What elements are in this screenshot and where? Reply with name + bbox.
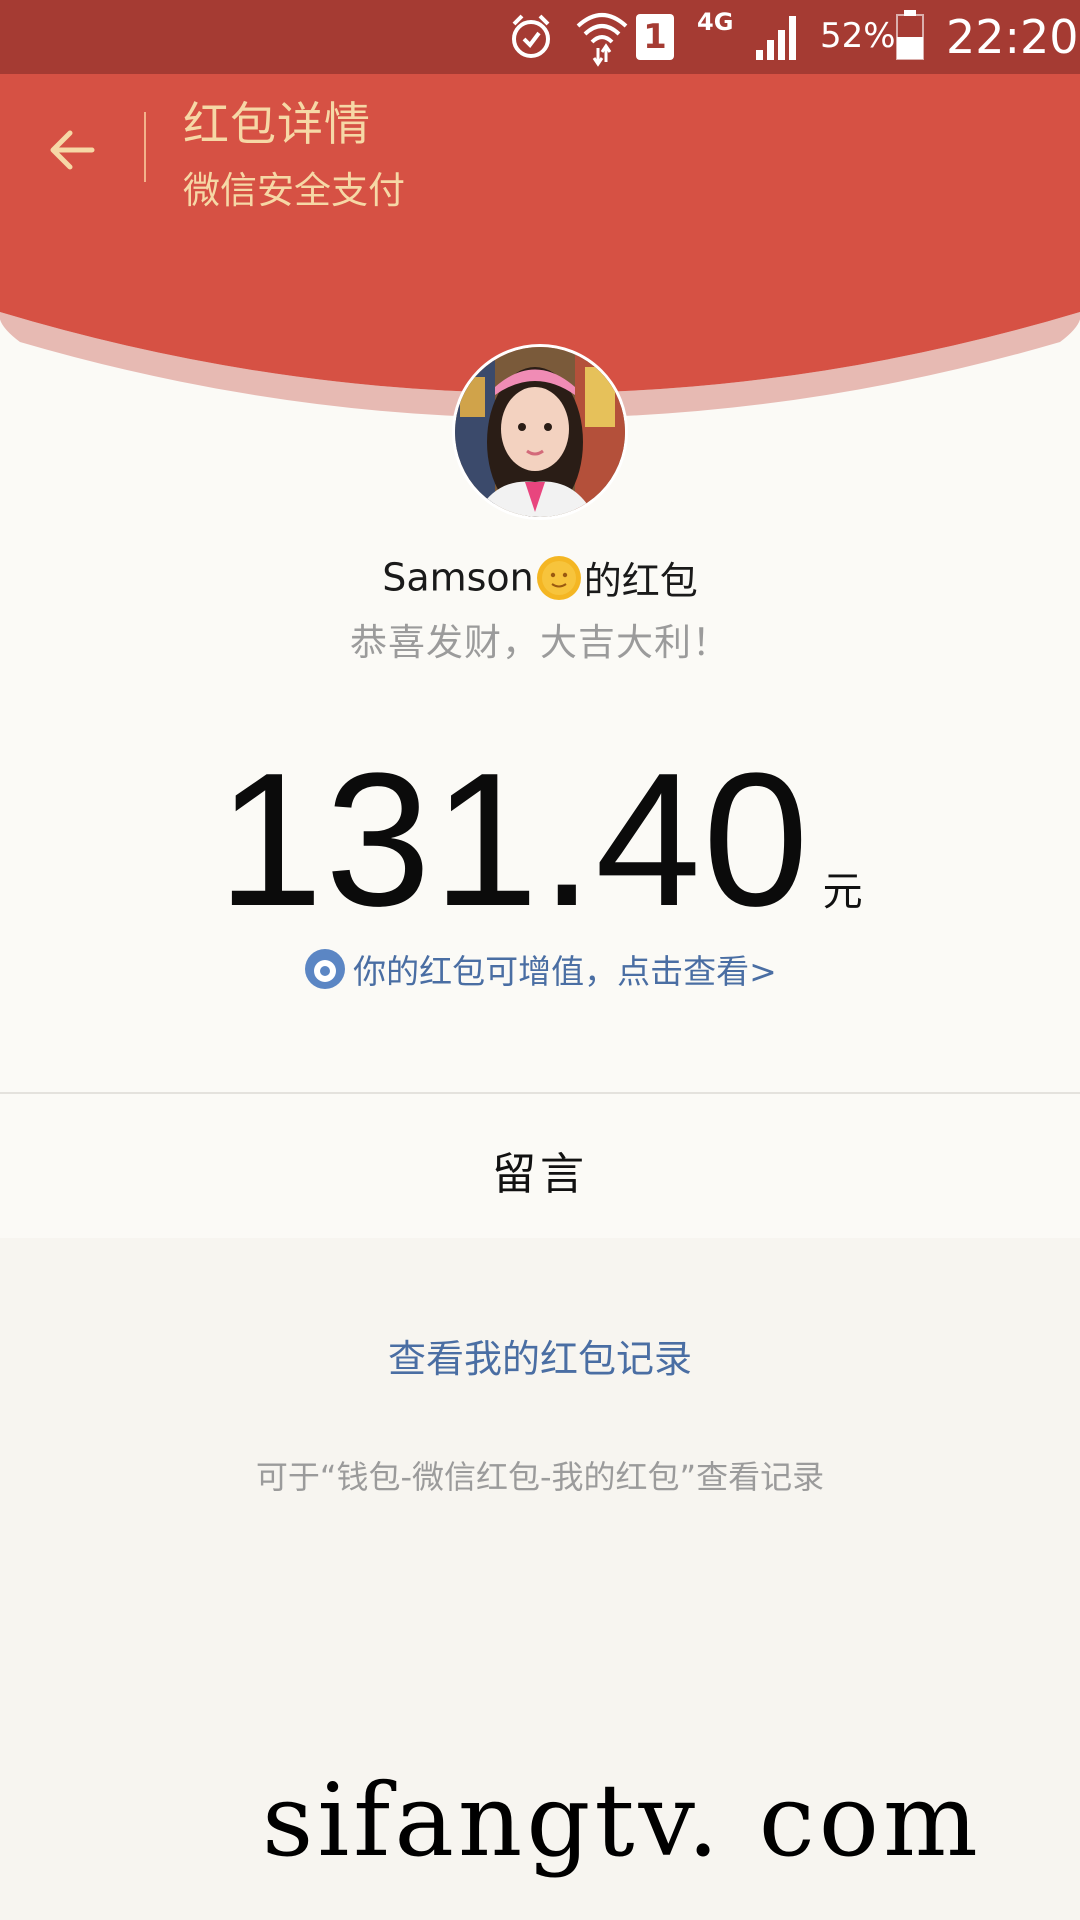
site-watermark: sifangtv. com	[262, 1762, 982, 1879]
blessing-text: 恭喜发财，大吉大利！	[350, 621, 730, 664]
amount-value: 131.40	[217, 734, 811, 946]
battery-percent: 52%	[820, 16, 896, 56]
sender-line: Samson 的红包	[0, 550, 1080, 605]
sender-name: Samson	[382, 555, 534, 600]
amount-row: 131.40 元	[0, 745, 1080, 935]
red-packet-detail-screen: 1 4G 52% 22:20 红包详情 微信安全支付 Samson 的红包 恭喜…	[0, 0, 1080, 1920]
value-added-link[interactable]: 你的红包可增值，点击查看>	[0, 945, 1080, 993]
signal-icon	[756, 16, 796, 60]
page-title: 红包详情	[183, 97, 371, 151]
clock: 22:20	[946, 10, 1079, 64]
status-bar: 1 4G 52% 22:20	[0, 0, 1080, 74]
sim-slot-label: 1	[643, 17, 667, 57]
wifi-icon	[576, 13, 628, 67]
page-subtitle: 微信安全支付	[183, 169, 405, 212]
piggy-bank-icon	[305, 949, 346, 989]
message-button[interactable]: 留言	[0, 1138, 1080, 1202]
battery-icon	[896, 10, 924, 60]
header-divider	[144, 112, 146, 182]
alarm-icon	[512, 14, 550, 58]
view-records-link[interactable]: 查看我的红包记录	[0, 1328, 1080, 1383]
avatar-image	[455, 347, 625, 517]
records-hint-text: 可于“钱包-微信红包-我的红包”查看记录	[255, 1458, 825, 1496]
value-added-text: 你的红包可增值，点击查看>	[353, 952, 777, 991]
network-type: 4G	[697, 8, 734, 36]
message-divider	[0, 1092, 1080, 1094]
back-button[interactable]	[30, 108, 114, 192]
sim-icon: 1	[636, 14, 674, 60]
sender-suffix: 的红包	[583, 559, 698, 603]
arrow-left-icon	[50, 130, 95, 170]
sun-emoji-icon	[536, 555, 581, 600]
sender-avatar[interactable]	[452, 344, 628, 520]
amount-unit: 元	[822, 869, 863, 915]
